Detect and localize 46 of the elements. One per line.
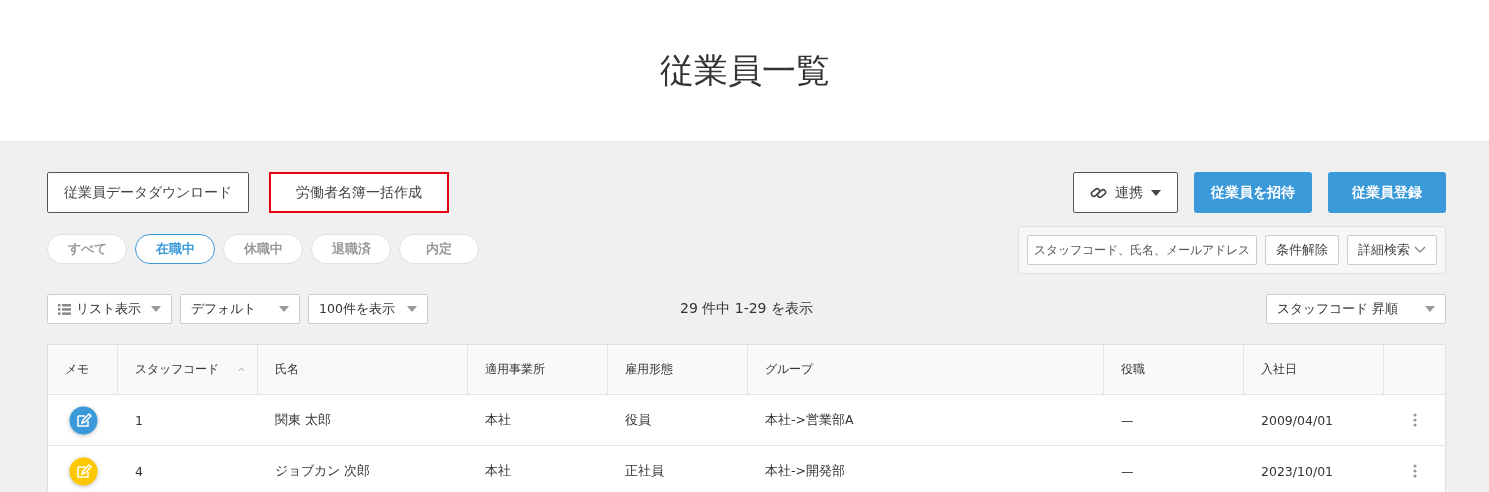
caret-icon [279, 306, 289, 312]
caret-icon [1151, 189, 1161, 196]
table-cell-text: 正社員 [624, 461, 665, 480]
result-count: 29 件中 1-29 を表示 [680, 300, 813, 318]
memo-icon[interactable] [69, 405, 98, 435]
link-icon [1090, 185, 1107, 200]
table-cell-text: 2023/10/01 [1260, 462, 1335, 481]
column-header[interactable]: メモ [48, 345, 118, 394]
sort-select[interactable]: スタッフコード 昇順 [1266, 294, 1446, 324]
column-header[interactable]: グループ [748, 345, 1104, 394]
table-cell-text: 本社->営業部A [764, 410, 855, 429]
view-select[interactable]: デフォルト [180, 294, 300, 324]
link-menu-button[interactable]: 連携 [1073, 172, 1178, 213]
search-field[interactable]: スタッフコード、氏名、メールアドレス [1027, 235, 1257, 265]
table-cell-text: 本社 [484, 461, 512, 480]
memo-icon[interactable] [69, 456, 98, 486]
column-header[interactable]: 氏名 [258, 345, 468, 394]
table-cell-text: — [1120, 411, 1135, 430]
clear-button[interactable]: 条件解除 [1265, 235, 1339, 265]
action-button[interactable]: 従業員データダウンロード [47, 172, 249, 213]
table-cell-text: 本社->開発部 [764, 461, 846, 480]
view-select[interactable]: 100件を表示 [308, 294, 428, 324]
table-cell-text: 1 [134, 411, 144, 430]
table-cell-text: 役員 [624, 410, 652, 429]
table-cell-text: 本社 [484, 410, 512, 429]
table-cell-text: — [1120, 462, 1135, 481]
caret-icon [151, 306, 161, 312]
column-header[interactable]: 役職 [1104, 345, 1244, 394]
advanced-search-button[interactable]: 詳細検索 [1347, 235, 1437, 265]
more-icon[interactable] [1412, 464, 1417, 478]
caret-icon [1425, 306, 1435, 312]
column-header[interactable]: 入社日 [1244, 345, 1384, 394]
table-cell-text: 2009/04/01 [1260, 411, 1335, 430]
table-cell-text: 4 [134, 462, 144, 481]
column-header[interactable]: 雇用形態 [608, 345, 748, 394]
table-cell-text: ジョブカン 次郎 [274, 461, 371, 480]
action-button[interactable]: 労働者名簿一括作成 [269, 172, 449, 213]
column-header[interactable]: スタッフコード [118, 345, 258, 394]
more-icon[interactable] [1412, 413, 1417, 427]
column-header[interactable]: 適用事業所 [468, 345, 608, 394]
list-icon [58, 303, 71, 315]
view-select[interactable]: リスト表示 [47, 294, 172, 324]
caret-icon [407, 306, 417, 312]
chevron-down-icon [1414, 246, 1426, 254]
page-title: 従業員一覧 [659, 48, 830, 92]
table-cell-text: 関東 太郎 [274, 410, 332, 429]
